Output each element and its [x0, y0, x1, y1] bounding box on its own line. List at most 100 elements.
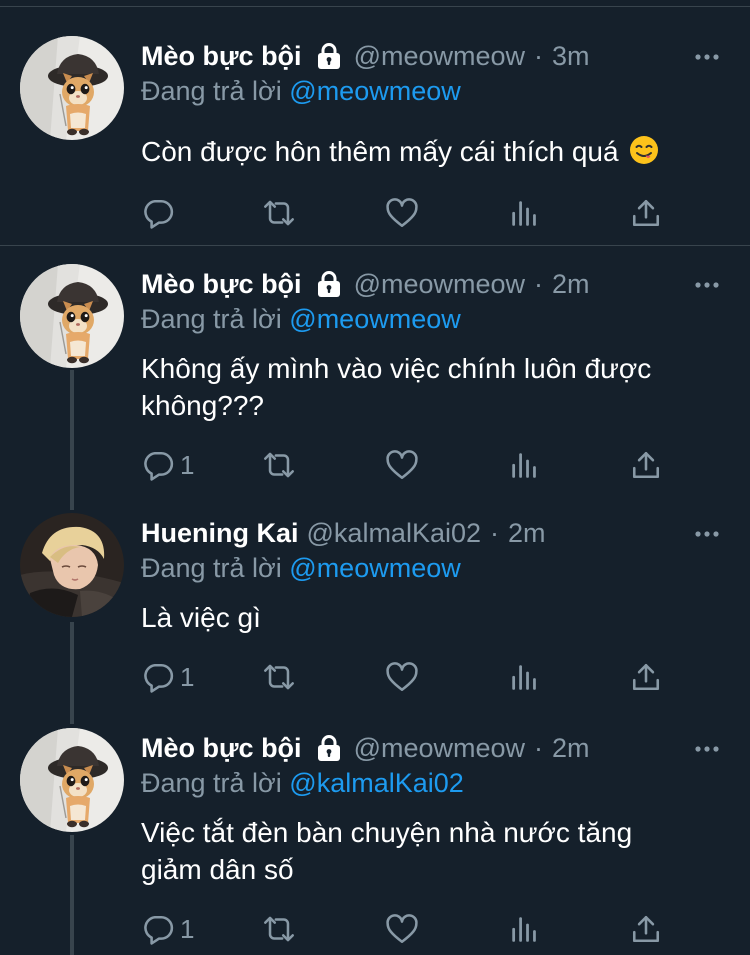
replying-to-label: Đang trả lời	[141, 553, 282, 583]
tweet-text: Không ấy mình vào việc chính luôn được k…	[141, 350, 721, 424]
share-button[interactable]	[630, 193, 662, 233]
more-icon[interactable]	[694, 521, 720, 547]
display-name[interactable]: Huening Kai	[141, 518, 299, 549]
share-icon	[630, 913, 662, 945]
replying-to: Đang trả lời @meowmeow	[141, 553, 461, 584]
avatar[interactable]	[20, 264, 124, 368]
avatar[interactable]	[20, 513, 124, 617]
more-icon[interactable]	[694, 272, 720, 298]
more-icon[interactable]	[694, 44, 720, 70]
replying-to-label: Đang trả lời	[141, 304, 282, 334]
analytics-icon	[508, 913, 540, 945]
retweet-icon	[260, 449, 298, 481]
tweet[interactable]: Mèo bực bội @meowmeow · 3m Đang trả lời …	[0, 36, 750, 246]
retweet-button[interactable]	[260, 193, 298, 233]
lock-icon	[314, 733, 344, 763]
replying-to: Đang trả lời @meowmeow	[141, 76, 461, 107]
analytics-icon	[508, 197, 540, 229]
display-name[interactable]: Mèo bực bội	[141, 41, 302, 72]
share-icon	[630, 449, 662, 481]
tweet-header: Mèo bực bội @meowmeow · 2m	[141, 728, 590, 768]
tweet-actions: 1	[0, 657, 750, 697]
replying-to-label: Đang trả lời	[141, 76, 282, 106]
yum-face-icon	[629, 136, 658, 164]
username[interactable]: @meowmeow	[354, 41, 525, 72]
replying-to-label: Đang trả lời	[141, 768, 282, 798]
replying-to: Đang trả lời @meowmeow	[141, 304, 461, 335]
retweet-button[interactable]	[260, 445, 298, 485]
share-button[interactable]	[630, 657, 662, 697]
tweet[interactable]: Mèo bực bội @meowmeow · 2m Đang trả lời …	[0, 264, 750, 504]
avatar[interactable]	[20, 728, 124, 832]
username[interactable]: @meowmeow	[354, 733, 525, 764]
mention-link[interactable]: @meowmeow	[289, 553, 460, 583]
timestamp[interactable]: 2m	[552, 733, 590, 764]
retweet-icon	[260, 197, 298, 229]
share-button[interactable]	[630, 909, 662, 949]
analytics-button[interactable]	[508, 193, 540, 233]
analytics-button[interactable]	[508, 909, 540, 949]
tweet[interactable]: Mèo bực bội @meowmeow · 2m Đang trả lời …	[0, 728, 750, 955]
more-icon[interactable]	[694, 736, 720, 762]
tweet-text-line: Không ấy mình vào việc chính luôn được	[141, 353, 652, 384]
like-button[interactable]	[385, 657, 419, 697]
avatar[interactable]	[20, 36, 124, 140]
tweet-text-line: không???	[141, 390, 265, 421]
tweet-actions: 1	[0, 445, 750, 485]
separator: ·	[534, 732, 544, 763]
like-button[interactable]	[385, 193, 419, 233]
reply-button[interactable]: 1	[142, 657, 194, 697]
tweet-text-content: Còn được hôn thêm mấy cái thích quá	[141, 136, 619, 167]
reply-count: 1	[180, 661, 195, 692]
timestamp[interactable]: 2m	[552, 269, 590, 300]
tweet-text-line: giảm dân số	[141, 854, 294, 885]
tweet-text: Việc tắt đèn bàn chuyện nhà nước tăng gi…	[141, 814, 721, 888]
tweet[interactable]: Huening Kai @kalmalKai02 · 2m Đang trả l…	[0, 513, 750, 713]
analytics-icon	[508, 661, 540, 693]
tweet-text-content: Là việc gì	[141, 602, 261, 633]
heart-icon	[385, 661, 419, 693]
share-icon	[630, 661, 662, 693]
timestamp[interactable]: 2m	[508, 518, 546, 549]
tweet-header: Mèo bực bội @meowmeow · 2m	[141, 264, 590, 304]
lock-icon	[314, 269, 344, 299]
display-name[interactable]: Mèo bực bội	[141, 733, 302, 764]
tweet-text: Còn được hôn thêm mấy cái thích quá	[141, 133, 721, 170]
heart-icon	[385, 197, 419, 229]
replying-to: Đang trả lời @kalmalKai02	[141, 768, 464, 799]
retweet-icon	[260, 661, 298, 693]
mention-link[interactable]: @kalmalKai02	[289, 768, 464, 798]
top-divider	[0, 6, 750, 7]
like-button[interactable]	[385, 445, 419, 485]
retweet-icon	[260, 913, 298, 945]
analytics-button[interactable]	[508, 657, 540, 697]
tweet-header: Huening Kai @kalmalKai02 · 2m	[141, 513, 546, 553]
username[interactable]: @meowmeow	[354, 269, 525, 300]
display-name[interactable]: Mèo bực bội	[141, 269, 302, 300]
analytics-button[interactable]	[508, 445, 540, 485]
retweet-button[interactable]	[260, 909, 298, 949]
like-button[interactable]	[385, 909, 419, 949]
reply-icon	[142, 197, 174, 229]
heart-icon	[385, 913, 419, 945]
mention-link[interactable]: @meowmeow	[289, 304, 460, 334]
analytics-icon	[508, 449, 540, 481]
username[interactable]: @kalmalKai02	[307, 518, 482, 549]
reply-button[interactable]: 1	[142, 445, 194, 485]
reply-button[interactable]: 1	[142, 909, 194, 949]
tweet-actions: 1	[0, 909, 750, 949]
separator: ·	[490, 517, 500, 548]
tweet-actions	[0, 193, 750, 233]
share-button[interactable]	[630, 445, 662, 485]
reply-button[interactable]	[142, 193, 180, 233]
tweet-header: Mèo bực bội @meowmeow · 3m	[141, 36, 590, 76]
timestamp[interactable]: 3m	[552, 41, 590, 72]
mention-link[interactable]: @meowmeow	[289, 76, 460, 106]
reply-count: 1	[180, 449, 195, 480]
retweet-button[interactable]	[260, 657, 298, 697]
tweet-divider	[0, 245, 750, 246]
tweet-text: Là việc gì	[141, 599, 721, 636]
reply-icon	[142, 661, 174, 693]
separator: ·	[534, 268, 544, 299]
heart-icon	[385, 449, 419, 481]
